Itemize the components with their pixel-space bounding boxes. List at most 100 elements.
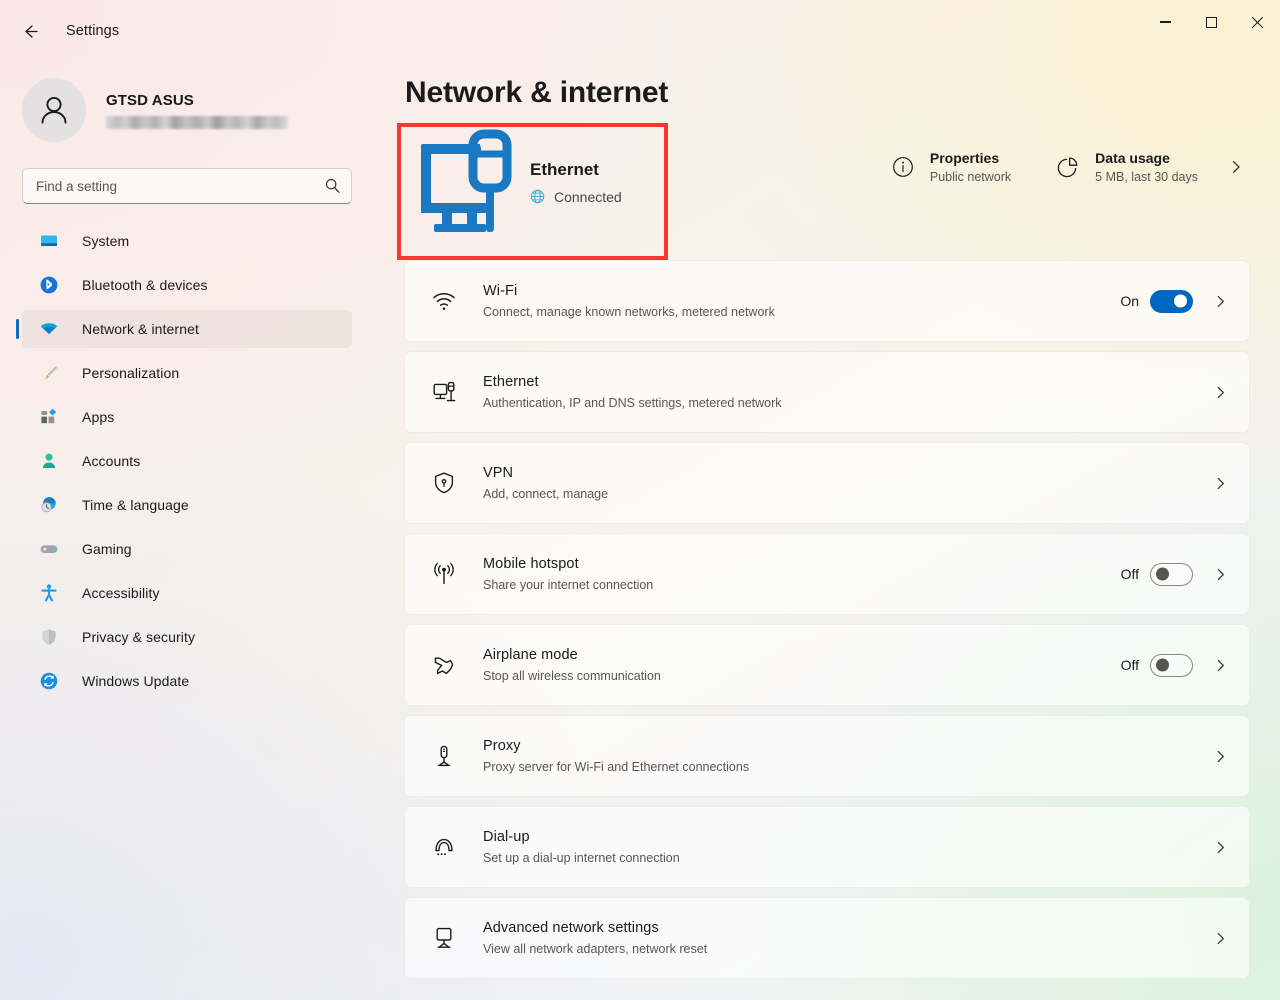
row-title: Advanced network settings bbox=[483, 920, 659, 936]
data-usage-subtitle: 5 MB, last 30 days bbox=[1095, 170, 1198, 184]
sidebar-item-label: Apps bbox=[82, 409, 115, 425]
toggle-knob bbox=[1156, 567, 1169, 581]
settings-row-dial-up[interactable]: Dial-up Set up a dial-up internet connec… bbox=[404, 806, 1250, 888]
sidebar-item-gaming[interactable]: Gaming bbox=[22, 530, 352, 568]
sidebar-item-windows-update[interactable]: Windows Update bbox=[22, 662, 352, 700]
row-subtitle: Share your internet connection bbox=[483, 578, 654, 592]
close-button[interactable] bbox=[1234, 0, 1280, 44]
row-subtitle: View all network adapters, network reset bbox=[483, 942, 708, 956]
chevron-right-icon bbox=[1217, 295, 1224, 307]
data-usage-action[interactable]: Data usage 5 MB, last 30 days bbox=[1047, 144, 1206, 190]
refresh-icon bbox=[38, 670, 60, 692]
row-chevron[interactable] bbox=[1207, 658, 1233, 673]
settings-row-advanced-network-settings[interactable]: Advanced network settings View all netwo… bbox=[404, 897, 1250, 979]
sidebar-item-accounts[interactable]: Accounts bbox=[22, 442, 352, 480]
sidebar-item-label: Network & internet bbox=[82, 321, 199, 337]
ethernet-pc-icon bbox=[404, 128, 524, 237]
row-text: Airplane mode Stop all wireless communic… bbox=[483, 647, 1121, 683]
row-chevron[interactable] bbox=[1207, 385, 1233, 400]
sidebar-item-system[interactable]: System bbox=[22, 222, 352, 260]
wifi-icon bbox=[38, 318, 60, 340]
settings-row-wifi[interactable]: Wi-Fi Connect, manage known networks, me… bbox=[404, 260, 1250, 342]
airplane-mode-toggle[interactable] bbox=[1150, 653, 1193, 677]
hero-chevron-button[interactable] bbox=[1222, 153, 1250, 181]
properties-text: Properties Public network bbox=[930, 150, 1011, 184]
profile-text: GTSD ASUS bbox=[106, 92, 288, 129]
settings-list: Wi-Fi Connect, manage known networks, me… bbox=[404, 260, 1250, 979]
row-chevron[interactable] bbox=[1207, 476, 1233, 491]
row-title: VPN bbox=[483, 465, 514, 481]
close-icon bbox=[1251, 16, 1264, 29]
page-title: Network & internet bbox=[405, 76, 669, 109]
row-subtitle: Add, connect, manage bbox=[483, 487, 609, 501]
mobile-hotspot-toggle[interactable] bbox=[1150, 562, 1193, 586]
bluetooth-icon bbox=[38, 274, 60, 296]
sidebar-item-privacy-security[interactable]: Privacy & security bbox=[22, 618, 352, 656]
row-text: VPN Add, connect, manage bbox=[483, 465, 1193, 501]
dialup-icon bbox=[427, 834, 461, 860]
window-controls bbox=[1142, 0, 1280, 44]
chevron-right-icon bbox=[1217, 659, 1224, 671]
chevron-right-icon bbox=[1217, 568, 1224, 580]
back-button[interactable] bbox=[12, 13, 48, 49]
row-chevron[interactable] bbox=[1207, 840, 1233, 855]
sidebar-item-accessibility[interactable]: Accessibility bbox=[22, 574, 352, 612]
row-chevron[interactable] bbox=[1207, 749, 1233, 764]
user-profile[interactable]: GTSD ASUS bbox=[16, 68, 356, 152]
sidebar-item-time-language[interactable]: Time & language bbox=[22, 486, 352, 524]
avatar bbox=[22, 78, 86, 142]
settings-window: Settings GTSD ASUS Find a setting System… bbox=[0, 0, 1280, 1000]
minimize-button[interactable] bbox=[1142, 0, 1188, 44]
row-title: Mobile hotspot bbox=[483, 556, 579, 572]
wifi-icon bbox=[427, 288, 461, 314]
row-chevron[interactable] bbox=[1207, 931, 1233, 946]
row-title: Dial-up bbox=[483, 829, 530, 845]
row-controls bbox=[1193, 931, 1233, 946]
row-chevron[interactable] bbox=[1207, 567, 1233, 582]
settings-row-vpn[interactable]: VPN Add, connect, manage bbox=[404, 442, 1250, 524]
row-subtitle: Connect, manage known networks, metered … bbox=[483, 305, 775, 319]
row-controls: Off bbox=[1120, 653, 1233, 677]
wifi-toggle[interactable] bbox=[1150, 289, 1193, 313]
sidebar-item-apps[interactable]: Apps bbox=[22, 398, 352, 436]
ethernet-icon bbox=[427, 379, 461, 405]
status-text: Connected bbox=[554, 188, 622, 205]
toggle-state-label: Off bbox=[1120, 566, 1139, 582]
search-container bbox=[22, 168, 352, 204]
person-icon bbox=[38, 450, 60, 472]
shield-icon bbox=[38, 626, 60, 648]
settings-row-proxy[interactable]: Proxy Proxy server for Wi-Fi and Etherne… bbox=[404, 715, 1250, 797]
sidebar-nav: System Bluetooth & devices Network & int… bbox=[16, 222, 356, 700]
toggle-knob bbox=[1174, 294, 1187, 308]
row-text: Advanced network settings View all netwo… bbox=[483, 920, 1193, 956]
clock-globe-icon bbox=[38, 494, 60, 516]
chevron-right-icon bbox=[1232, 160, 1240, 174]
maximize-button[interactable] bbox=[1188, 0, 1234, 44]
row-text: Mobile hotspot Share your internet conne… bbox=[483, 556, 1121, 592]
airplane-icon bbox=[427, 652, 461, 678]
row-chevron[interactable] bbox=[1207, 294, 1233, 309]
row-controls: Off bbox=[1120, 562, 1233, 586]
back-arrow-icon bbox=[24, 24, 38, 38]
settings-row-airplane-mode[interactable]: Airplane mode Stop all wireless communic… bbox=[404, 624, 1250, 706]
sidebar-item-personalization[interactable]: Personalization bbox=[22, 354, 352, 392]
row-text: Wi-Fi Connect, manage known networks, me… bbox=[483, 283, 1120, 319]
maximize-icon bbox=[1205, 16, 1217, 28]
advanced-network-icon bbox=[427, 925, 461, 951]
sidebar-item-network-internet[interactable]: Network & internet bbox=[16, 310, 352, 348]
properties-action[interactable]: Properties Public network bbox=[882, 144, 1019, 190]
sidebar-item-bluetooth-devices[interactable]: Bluetooth & devices bbox=[22, 266, 352, 304]
hero-actions: Properties Public network Data usage 5 M… bbox=[882, 144, 1250, 190]
connection-status: Connected bbox=[530, 189, 622, 205]
search-input[interactable] bbox=[22, 168, 352, 204]
settings-row-ethernet[interactable]: Ethernet Authentication, IP and DNS sett… bbox=[404, 351, 1250, 433]
minimize-icon bbox=[1159, 21, 1171, 23]
row-text: Dial-up Set up a dial-up internet connec… bbox=[483, 829, 1193, 865]
settings-row-mobile-hotspot[interactable]: Mobile hotspot Share your internet conne… bbox=[404, 533, 1250, 615]
apps-icon bbox=[38, 406, 60, 428]
profile-email-redacted bbox=[106, 115, 288, 129]
monitor-icon bbox=[38, 230, 60, 252]
sidebar-item-label: Privacy & security bbox=[82, 629, 196, 645]
row-title: Proxy bbox=[483, 738, 521, 754]
toggle-state-label: Off bbox=[1120, 657, 1139, 673]
